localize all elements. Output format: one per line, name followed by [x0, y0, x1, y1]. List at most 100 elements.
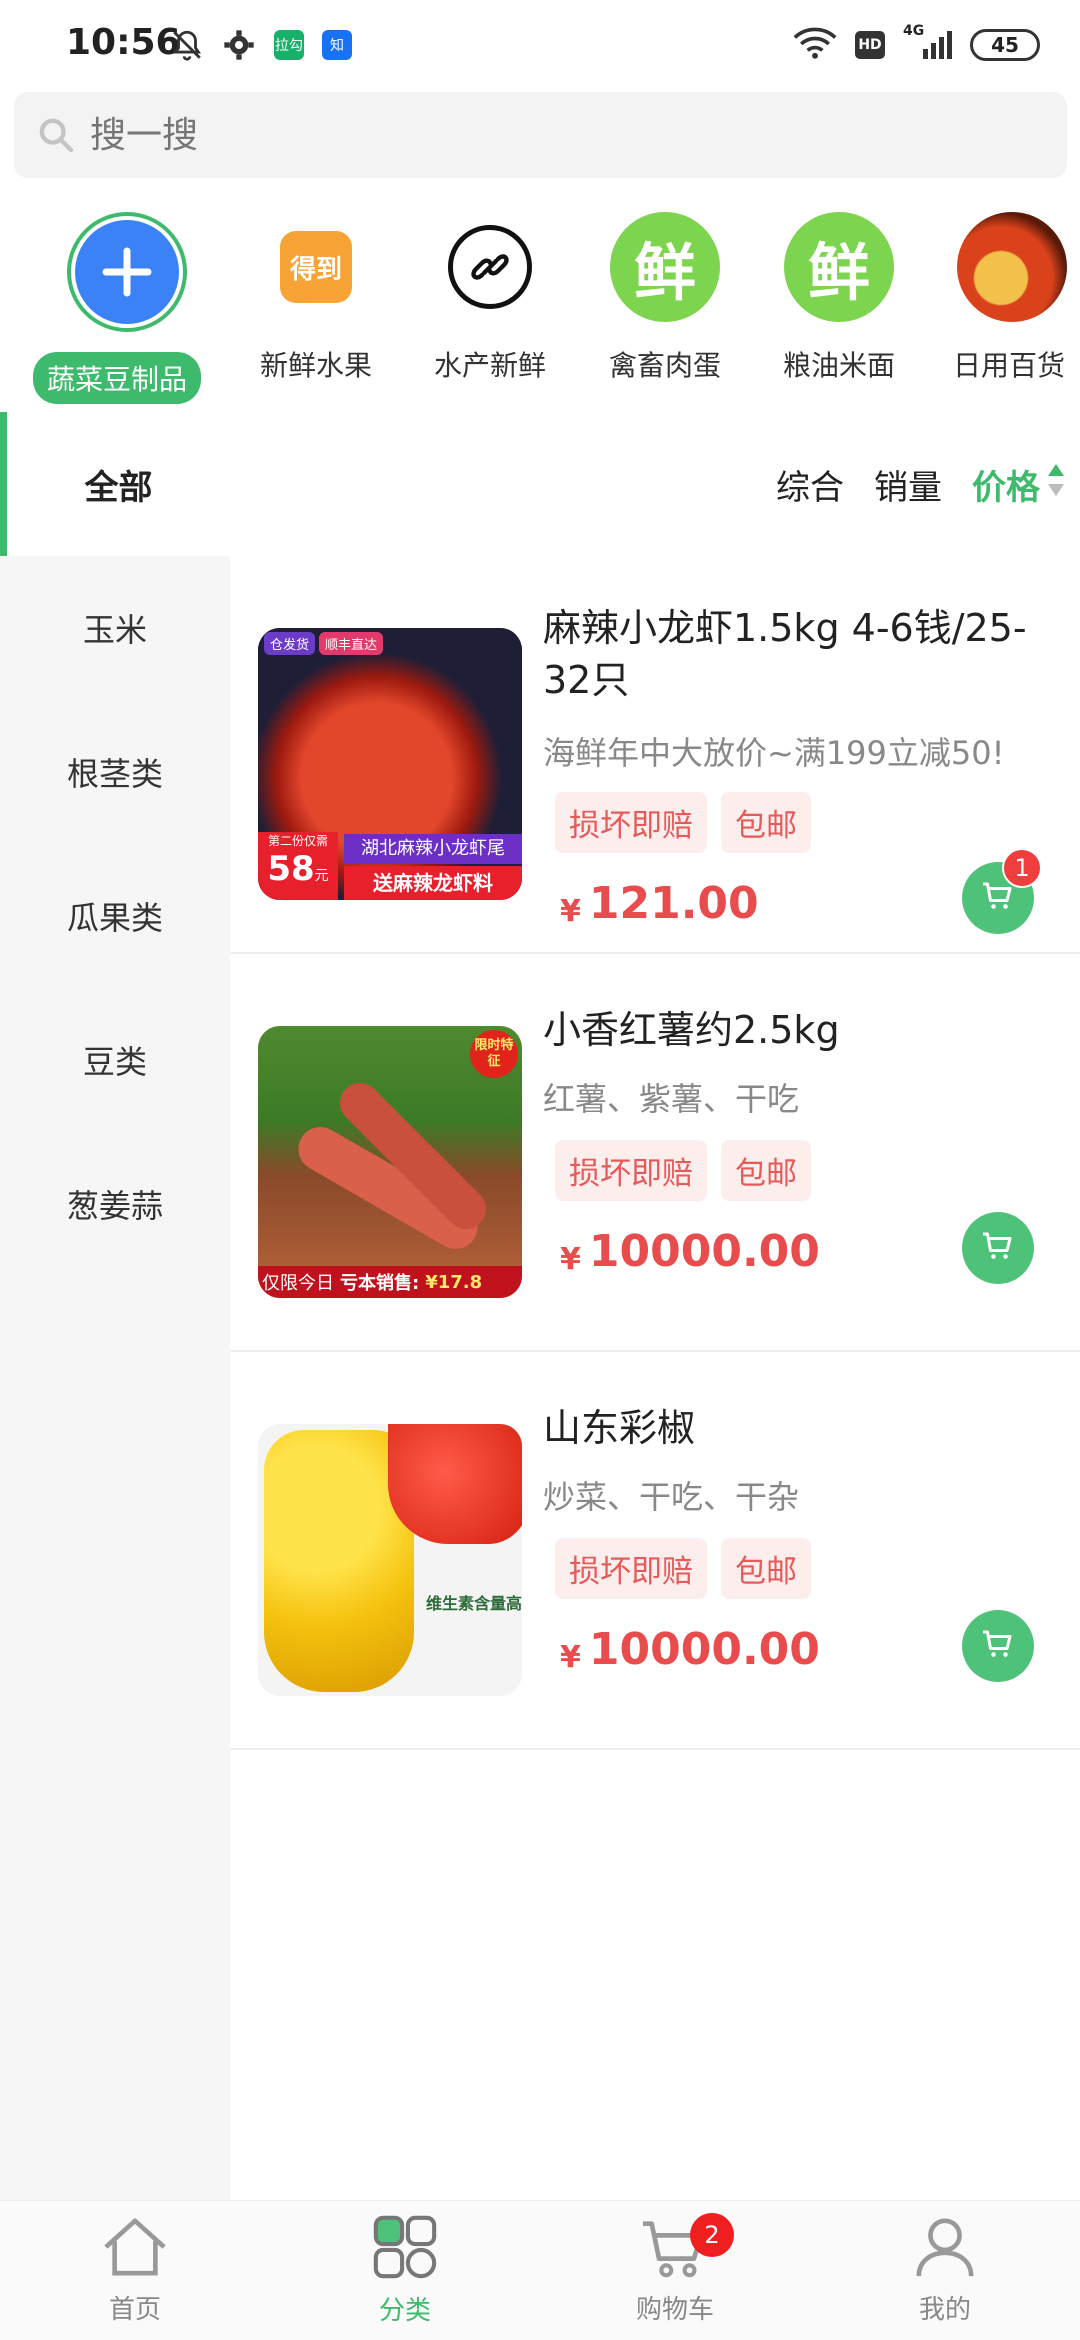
- cart-icon: [980, 1626, 1016, 1666]
- sort-sales[interactable]: 销量: [874, 460, 942, 509]
- product-title: 山东彩椒: [543, 1406, 696, 1450]
- subcategory-item[interactable]: 根茎类: [0, 700, 230, 844]
- sort-options: 综合 销量 价格: [776, 460, 1066, 509]
- currency-symbol: ¥: [560, 1640, 581, 1675]
- price-value: 10000.00: [588, 1624, 820, 1675]
- subcategory-item[interactable]: 瓜果类: [0, 844, 230, 988]
- product-card[interactable]: 限时特征 仅限今日 亏本销售: ¥17.8 小香红薯约2.5kg 红薯、紫薯、干…: [230, 954, 1080, 1352]
- add-to-cart-button[interactable]: [962, 1610, 1034, 1682]
- status-bar: 10:56 拉勾 知 HD 4G 45: [0, 0, 1080, 90]
- status-icons-left: 拉勾 知: [170, 28, 352, 62]
- category-item-daily-goods[interactable]: 日用百货: [937, 212, 1080, 384]
- dedao-icon: 得到: [280, 231, 352, 303]
- tag-free-shipping: 包邮: [721, 1538, 811, 1599]
- signal-icon: 4G: [903, 23, 952, 59]
- tag-damage-compensation: 损坏即赔: [555, 1538, 707, 1599]
- search-input[interactable]: [90, 114, 990, 156]
- fresh-icon: 鲜: [807, 236, 870, 309]
- subcategory-item[interactable]: 葱姜蒜: [0, 1132, 230, 1276]
- category-label: 新鲜水果: [259, 349, 372, 382]
- category-item-vegetables[interactable]: 蔬菜豆制品: [32, 212, 202, 404]
- search-icon: [36, 115, 76, 155]
- category-label: 粮油米面: [782, 349, 895, 382]
- thumb-banner: 送麻辣龙虾料: [344, 866, 522, 900]
- product-image: 仓发货 顺丰直达 第二份仅需 58元 湖北麻辣小龙虾尾 送麻辣龙虾料: [258, 628, 522, 900]
- sort-price[interactable]: 价格: [972, 460, 1066, 509]
- thumb-tag: 仓发货: [264, 632, 316, 655]
- network-label: 4G: [903, 23, 925, 39]
- product-image: 限时特征 仅限今日 亏本销售: ¥17.8: [258, 1026, 522, 1298]
- category-item-seafood[interactable]: 水产新鲜: [415, 212, 565, 384]
- thumb-text: 第二份仅需: [267, 834, 328, 848]
- thumb-unit: 元: [314, 868, 329, 884]
- tag-free-shipping: 包邮: [721, 1140, 811, 1201]
- add-to-cart-button[interactable]: [962, 1212, 1034, 1284]
- product-image: 维生素含量高: [258, 1424, 522, 1696]
- product-title: 麻辣小龙虾1.5kg 4-6钱/25-32只: [543, 606, 1027, 702]
- cart-count-badge: 1: [1002, 848, 1042, 888]
- bottom-nav: 首页 分类 2 购物车 我的: [0, 2200, 1080, 2340]
- thumb-price: 58: [267, 849, 315, 889]
- status-time: 10:56: [66, 22, 181, 63]
- cart-icon: [980, 1228, 1016, 1268]
- hd-badge: HD: [855, 31, 885, 59]
- zhihu-app-icon: 知: [322, 30, 352, 60]
- subcategory-item[interactable]: 玉米: [0, 556, 230, 700]
- currency-symbol: ¥: [560, 1242, 581, 1277]
- price-value: 10000.00: [588, 1226, 820, 1277]
- product-subtitle: 红薯、紫薯、干吃: [543, 1080, 800, 1118]
- nav-label: 分类: [378, 2296, 431, 2326]
- category-label: 水产新鲜: [433, 349, 546, 382]
- tag-damage-compensation: 损坏即赔: [555, 1140, 707, 1201]
- sort-arrows-icon: [1046, 460, 1066, 509]
- nav-label: 首页: [108, 2295, 161, 2325]
- thumb-text: ¥17.8: [425, 1271, 483, 1293]
- nav-cart[interactable]: 2 购物车: [540, 2201, 810, 2340]
- tag-free-shipping: 包邮: [721, 792, 811, 853]
- nav-profile[interactable]: 我的: [810, 2201, 1080, 2340]
- category-icon: [370, 2214, 440, 2284]
- product-list: 仓发货 顺丰直达 第二份仅需 58元 湖北麻辣小龙虾尾 送麻辣龙虾料 麻辣小龙虾…: [230, 556, 1080, 1750]
- subcategory-item[interactable]: 豆类: [0, 988, 230, 1132]
- nav-home[interactable]: 首页: [0, 2201, 270, 2340]
- status-icons-right: HD 4G 45: [793, 23, 1040, 64]
- thumb-text: 维生素含量高: [426, 1594, 522, 1613]
- product-card[interactable]: 仓发货 顺丰直达 第二份仅需 58元 湖北麻辣小龙虾尾 送麻辣龙虾料 麻辣小龙虾…: [230, 556, 1080, 954]
- plus-icon: [75, 220, 179, 324]
- nav-category[interactable]: 分类: [270, 2201, 540, 2340]
- product-price: ¥121.00: [560, 878, 759, 929]
- thumb-text: 仅限今日: [262, 1273, 334, 1294]
- home-icon: [100, 2215, 170, 2283]
- sort-price-label: 价格: [972, 468, 1040, 508]
- thumb-text: 亏本销售:: [340, 1273, 420, 1294]
- product-tags: 损坏即赔 包邮: [555, 1538, 811, 1599]
- product-price: ¥10000.00: [560, 1624, 820, 1675]
- nav-label: 我的: [918, 2295, 971, 2325]
- subcategory-list: 玉米 根茎类 瓜果类 豆类 葱姜蒜: [0, 556, 230, 2200]
- fresh-icon: 鲜: [633, 236, 696, 309]
- sort-comprehensive[interactable]: 综合: [776, 460, 844, 509]
- bell-off-icon: [170, 28, 204, 62]
- thumb-badge: 限时特征: [470, 1030, 518, 1078]
- product-card[interactable]: 维生素含量高 山东彩椒 炒菜、干吃、干杂 损坏即赔 包邮 ¥10000.00: [230, 1352, 1080, 1750]
- price-value: 121.00: [588, 878, 759, 929]
- category-item-fruits[interactable]: 得到 新鲜水果: [241, 212, 391, 384]
- user-icon: [910, 2215, 980, 2283]
- tag-damage-compensation: 损坏即赔: [555, 792, 707, 853]
- category-label: 蔬菜豆制品: [32, 352, 201, 404]
- thumb-tag: 顺丰直达: [319, 632, 384, 655]
- category-item-grain-oil[interactable]: 鲜 粮油米面: [764, 212, 914, 384]
- thumb-banner: 湖北麻辣小龙虾尾: [344, 834, 522, 864]
- product-tags: 损坏即赔 包邮: [555, 792, 811, 853]
- category-item-meat-eggs[interactable]: 鲜 禽畜肉蛋: [590, 212, 740, 384]
- product-title: 小香红薯约2.5kg: [543, 1008, 840, 1052]
- search-bar[interactable]: [14, 92, 1067, 178]
- category-strip: 蔬菜豆制品 得到 新鲜水果 水产新鲜 鲜 禽畜肉蛋 鲜 粮油米面 日用百货: [0, 200, 1080, 410]
- category-all-tab[interactable]: 全部: [0, 412, 230, 556]
- add-to-cart-button[interactable]: 1: [962, 848, 1042, 934]
- currency-symbol: ¥: [560, 894, 581, 929]
- product-tags: 损坏即赔 包邮: [555, 1140, 811, 1201]
- battery-indicator: 45: [970, 29, 1040, 61]
- nav-label: 购物车: [635, 2295, 714, 2325]
- sort-row: 全部 综合 销量 价格: [0, 412, 1080, 556]
